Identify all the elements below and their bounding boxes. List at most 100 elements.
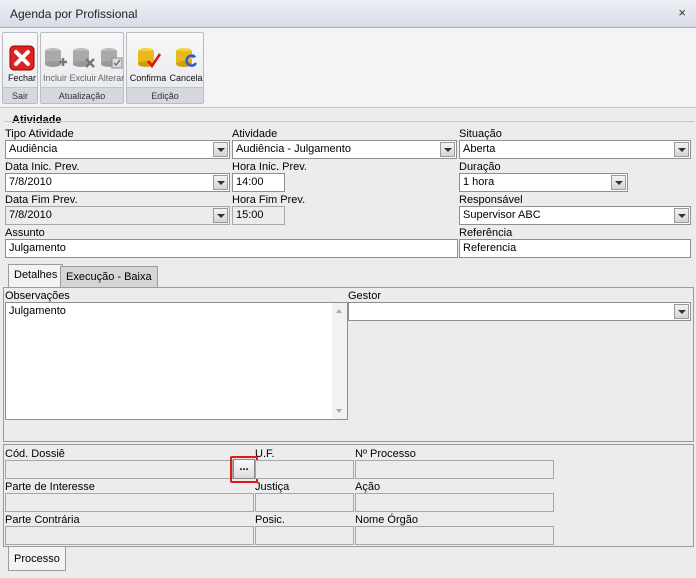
- db-add-icon: [45, 48, 67, 67]
- data-fim-prev-field[interactable]: 7/8/2010: [5, 206, 230, 225]
- responsavel-select[interactable]: Supervisor ABC: [459, 206, 691, 225]
- tab-detalhes[interactable]: Detalhes: [8, 264, 64, 288]
- data-inic-prev-label: Data Inic. Prev.: [5, 161, 80, 173]
- data-inic-prev-value: 7/8/2010: [9, 176, 52, 188]
- hora-inic-prev-value: 14:00: [236, 176, 264, 188]
- parte-interesse-label: Parte de Interesse: [5, 481, 95, 493]
- hora-inic-prev-label: Hora Inic. Prev.: [232, 161, 307, 173]
- db-cancel-icon: [176, 48, 198, 67]
- uf-field[interactable]: [255, 460, 354, 479]
- tipo-atividade-value: Audiência: [9, 143, 58, 155]
- cod-dossie-lookup-button[interactable]: ...: [233, 459, 255, 479]
- db-confirm-icon: [138, 48, 161, 69]
- fechar-button[interactable]: Fechar: [3, 43, 41, 89]
- divider: [4, 121, 694, 122]
- tab-execucao-baixa[interactable]: Execução - Baixa: [60, 266, 158, 288]
- hora-inic-prev-field[interactable]: 14:00: [232, 173, 285, 192]
- situacao-label: Situação: [459, 128, 502, 140]
- scroll-down-icon[interactable]: [336, 409, 342, 413]
- hora-fim-prev-field[interactable]: 15:00: [232, 206, 285, 225]
- atividade-label: Atividade: [232, 128, 278, 140]
- ribbon-group-atualizacao: Incluir Excluir Alterar Atualização: [40, 32, 124, 104]
- data-fim-prev-value: 7/8/2010: [9, 209, 52, 221]
- chevron-down-icon[interactable]: [213, 208, 228, 223]
- ribbon-group-edicao: Confirma Cancela Edição: [126, 32, 204, 104]
- tipo-atividade-select[interactable]: Audiência: [5, 140, 230, 159]
- cod-dossie-label: Cód. Dossiê: [5, 448, 65, 460]
- ribbon-toolbar: Fechar Sair Incluir Excluir Alterar Atua…: [0, 28, 696, 108]
- uf-label: U.F.: [255, 448, 275, 460]
- n-processo-label: Nº Processo: [355, 448, 416, 460]
- observacoes-label: Observações: [5, 290, 70, 302]
- atividade-value: Audiência - Julgamento: [236, 143, 351, 155]
- chevron-down-icon[interactable]: [674, 142, 689, 157]
- cod-dossie-field[interactable]: [5, 460, 233, 479]
- window-title: Agenda por Profissional: [10, 7, 138, 21]
- duracao-label: Duração: [459, 161, 501, 173]
- situacao-value: Aberta: [463, 143, 496, 155]
- ribbon-group-label: Edição: [127, 87, 203, 103]
- posic-label: Posic.: [255, 514, 285, 526]
- duracao-select[interactable]: 1 hora: [459, 173, 628, 192]
- parte-contraria-field[interactable]: [5, 526, 254, 545]
- tab-processo[interactable]: Processo: [8, 547, 66, 571]
- cancela-button[interactable]: Cancela: [167, 43, 205, 89]
- chevron-down-icon[interactable]: [213, 142, 228, 157]
- ribbon-group-label: Sair: [3, 87, 37, 103]
- db-edit-icon: [101, 48, 123, 69]
- incluir-button[interactable]: Incluir: [41, 43, 69, 89]
- scroll-up-icon[interactable]: [336, 309, 342, 313]
- data-inic-prev-field[interactable]: 7/8/2010: [5, 173, 230, 192]
- confirma-button[interactable]: Confirma: [129, 43, 167, 89]
- data-fim-prev-label: Data Fim Prev.: [5, 194, 78, 206]
- assunto-label: Assunto: [5, 227, 45, 239]
- situacao-select[interactable]: Aberta: [459, 140, 691, 159]
- incluir-label: Incluir: [42, 73, 67, 83]
- chevron-down-icon[interactable]: [674, 208, 689, 223]
- chevron-down-icon[interactable]: [213, 175, 228, 190]
- gestor-select[interactable]: [348, 302, 691, 321]
- close-icon[interactable]: ×: [678, 5, 686, 20]
- referencia-field[interactable]: Referencia: [459, 239, 691, 258]
- db-delete-icon: [73, 48, 95, 68]
- referencia-label: Referência: [459, 227, 513, 239]
- gestor-label: Gestor: [348, 290, 382, 302]
- assunto-value: Julgamento: [9, 242, 66, 254]
- hora-fim-prev-label: Hora Fim Prev.: [232, 194, 306, 206]
- parte-interesse-field[interactable]: [5, 493, 254, 512]
- responsavel-label: Responsável: [459, 194, 523, 206]
- chevron-down-icon[interactable]: [674, 304, 689, 319]
- cancela-label: Cancela: [169, 73, 203, 83]
- confirma-label: Confirma: [129, 73, 167, 83]
- atividade-select[interactable]: Audiência - Julgamento: [232, 140, 457, 159]
- alterar-button[interactable]: Alterar: [97, 43, 125, 89]
- hora-fim-prev-value: 15:00: [236, 209, 264, 221]
- observacoes-textarea[interactable]: Julgamento: [5, 302, 348, 420]
- excluir-button[interactable]: Excluir: [69, 43, 97, 89]
- responsavel-value: Supervisor ABC: [463, 209, 541, 221]
- acao-field[interactable]: [355, 493, 554, 512]
- ribbon-group-sair: Fechar Sair: [2, 32, 38, 104]
- nome-orgao-field[interactable]: [355, 526, 554, 545]
- parte-contraria-label: Parte Contrária: [5, 514, 80, 526]
- chevron-down-icon[interactable]: [440, 142, 455, 157]
- tipo-atividade-label: Tipo Atividade: [5, 128, 74, 140]
- chevron-down-icon[interactable]: [611, 175, 626, 190]
- section-title-atividade: Atividade: [12, 114, 62, 126]
- posic-field[interactable]: [255, 526, 354, 545]
- n-processo-field[interactable]: [355, 460, 554, 479]
- excluir-label: Excluir: [69, 73, 97, 83]
- ribbon-group-label: Atualização: [41, 87, 123, 103]
- close-red-x-icon: [9, 45, 35, 71]
- window-titlebar: Agenda por Profissional ×: [0, 0, 696, 28]
- referencia-value: Referencia: [463, 242, 517, 254]
- observacoes-scrollbar[interactable]: [332, 303, 347, 419]
- observacoes-value: Julgamento: [9, 305, 66, 317]
- justica-field[interactable]: [255, 493, 354, 512]
- alterar-label: Alterar: [97, 73, 125, 83]
- assunto-field[interactable]: Julgamento: [5, 239, 458, 258]
- duracao-value: 1 hora: [463, 176, 495, 188]
- fechar-label: Fechar: [7, 73, 36, 83]
- acao-label: Ação: [355, 481, 381, 493]
- nome-orgao-label: Nome Órgão: [355, 514, 418, 526]
